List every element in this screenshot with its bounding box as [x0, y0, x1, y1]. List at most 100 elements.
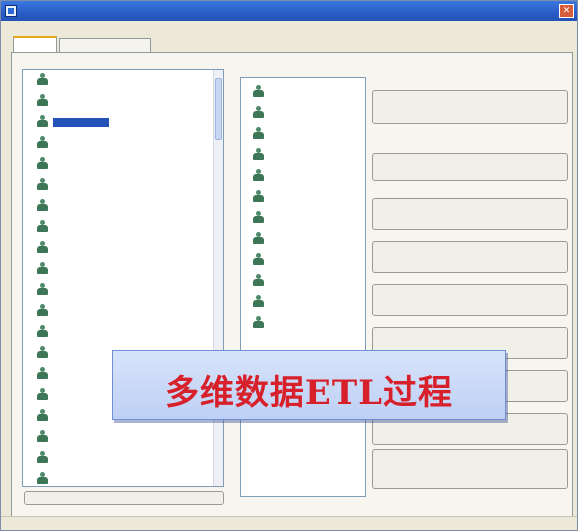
- list-item-label: [269, 88, 359, 97]
- list-item[interactable]: [245, 105, 363, 121]
- list-item[interactable]: [245, 231, 363, 247]
- list-item-label: [53, 160, 193, 169]
- vertical-scrollbar[interactable]: [213, 70, 223, 486]
- list-item[interactable]: [29, 282, 199, 298]
- list-item-label: [269, 109, 359, 118]
- process-button[interactable]: [372, 198, 568, 230]
- database-node-icon: [253, 169, 264, 182]
- database-node-icon: [37, 73, 48, 86]
- list-item[interactable]: [29, 303, 199, 319]
- list-item[interactable]: [245, 189, 363, 205]
- app-icon: [5, 5, 17, 17]
- list-item-label: [269, 298, 359, 307]
- list-item[interactable]: [29, 135, 199, 151]
- source-table-list[interactable]: [22, 69, 224, 487]
- tab-label: [64, 42, 146, 52]
- list-item[interactable]: [245, 294, 363, 310]
- database-node-icon: [37, 451, 48, 464]
- list-item-label: [53, 328, 193, 337]
- tab-secondary[interactable]: [59, 38, 151, 52]
- list-item-label: [53, 97, 193, 106]
- list-item-label: [269, 277, 359, 286]
- list-item-label: [53, 202, 193, 211]
- caption-banner: 多维数据ETL过程: [112, 350, 506, 420]
- list-item-label: [269, 130, 359, 139]
- list-item[interactable]: [245, 210, 363, 226]
- list-item[interactable]: [245, 252, 363, 268]
- app-window: ✕ 多维数据ETL过程: [0, 0, 578, 531]
- list-item-label: [53, 118, 109, 127]
- list-item[interactable]: [29, 261, 199, 277]
- process-button[interactable]: [372, 241, 568, 273]
- group2-button[interactable]: [372, 153, 568, 181]
- caption-text: 多维数据ETL过程: [164, 373, 454, 413]
- list-item-label: [53, 475, 193, 484]
- database-node-icon: [37, 283, 48, 296]
- list-item[interactable]: [29, 450, 199, 466]
- list-item[interactable]: [29, 429, 199, 445]
- tab-content-panel: [11, 52, 573, 524]
- scrollbar-thumb[interactable]: [215, 78, 222, 140]
- list-item-label: [53, 286, 193, 295]
- target-table-list[interactable]: [240, 77, 366, 497]
- database-node-icon: [253, 253, 264, 266]
- process-button[interactable]: [372, 449, 568, 489]
- left-action-button[interactable]: [24, 491, 224, 505]
- list-item-label: [269, 172, 359, 181]
- database-node-icon: [37, 178, 48, 191]
- list-item-label: [53, 265, 193, 274]
- process-button[interactable]: [372, 284, 568, 316]
- database-node-icon: [37, 304, 48, 317]
- list-item[interactable]: [245, 147, 363, 163]
- list-item-label: [53, 307, 193, 316]
- database-node-icon: [37, 157, 48, 170]
- list-item[interactable]: [29, 156, 199, 172]
- list-item[interactable]: [29, 219, 199, 235]
- list-item[interactable]: [245, 168, 363, 184]
- list-item[interactable]: [29, 72, 199, 88]
- database-node-icon: [37, 346, 48, 359]
- list-item-selected[interactable]: [29, 114, 199, 130]
- list-item-label: [269, 214, 359, 223]
- database-node-icon: [253, 211, 264, 224]
- database-node-icon: [37, 325, 48, 338]
- database-node-icon: [37, 115, 48, 128]
- list-item-label: [53, 76, 193, 85]
- database-node-icon: [37, 94, 48, 107]
- database-node-icon: [37, 241, 48, 254]
- list-item[interactable]: [29, 240, 199, 256]
- database-node-icon: [253, 106, 264, 119]
- list-item[interactable]: [29, 177, 199, 193]
- database-node-icon: [253, 232, 264, 245]
- list-item[interactable]: [245, 126, 363, 142]
- database-node-icon: [37, 220, 48, 233]
- list-item[interactable]: [245, 84, 363, 100]
- database-node-icon: [253, 295, 264, 308]
- list-item-label: [269, 256, 359, 265]
- status-bar: [1, 516, 577, 530]
- tab-main[interactable]: [13, 36, 57, 52]
- database-node-icon: [253, 127, 264, 140]
- list-item[interactable]: [29, 198, 199, 214]
- database-node-icon: [37, 430, 48, 443]
- list-item[interactable]: [29, 471, 199, 486]
- title-bar: ✕: [1, 1, 577, 21]
- close-button[interactable]: ✕: [559, 4, 574, 18]
- database-node-icon: [37, 409, 48, 422]
- list-item-label: [53, 139, 193, 148]
- group1-button[interactable]: [372, 90, 568, 124]
- menu-bar: [1, 21, 577, 36]
- list-item-label: [53, 181, 193, 190]
- database-node-icon: [37, 472, 48, 485]
- list-item-label: [269, 151, 359, 160]
- list-item-label: [53, 244, 193, 253]
- list-item[interactable]: [29, 93, 199, 109]
- list-item-label: [269, 235, 359, 244]
- list-item[interactable]: [245, 315, 363, 331]
- database-node-icon: [253, 274, 264, 287]
- database-node-icon: [253, 190, 264, 203]
- list-item[interactable]: [29, 324, 199, 340]
- list-item[interactable]: [245, 273, 363, 289]
- list-item-label: [269, 319, 359, 328]
- database-node-icon: [253, 148, 264, 161]
